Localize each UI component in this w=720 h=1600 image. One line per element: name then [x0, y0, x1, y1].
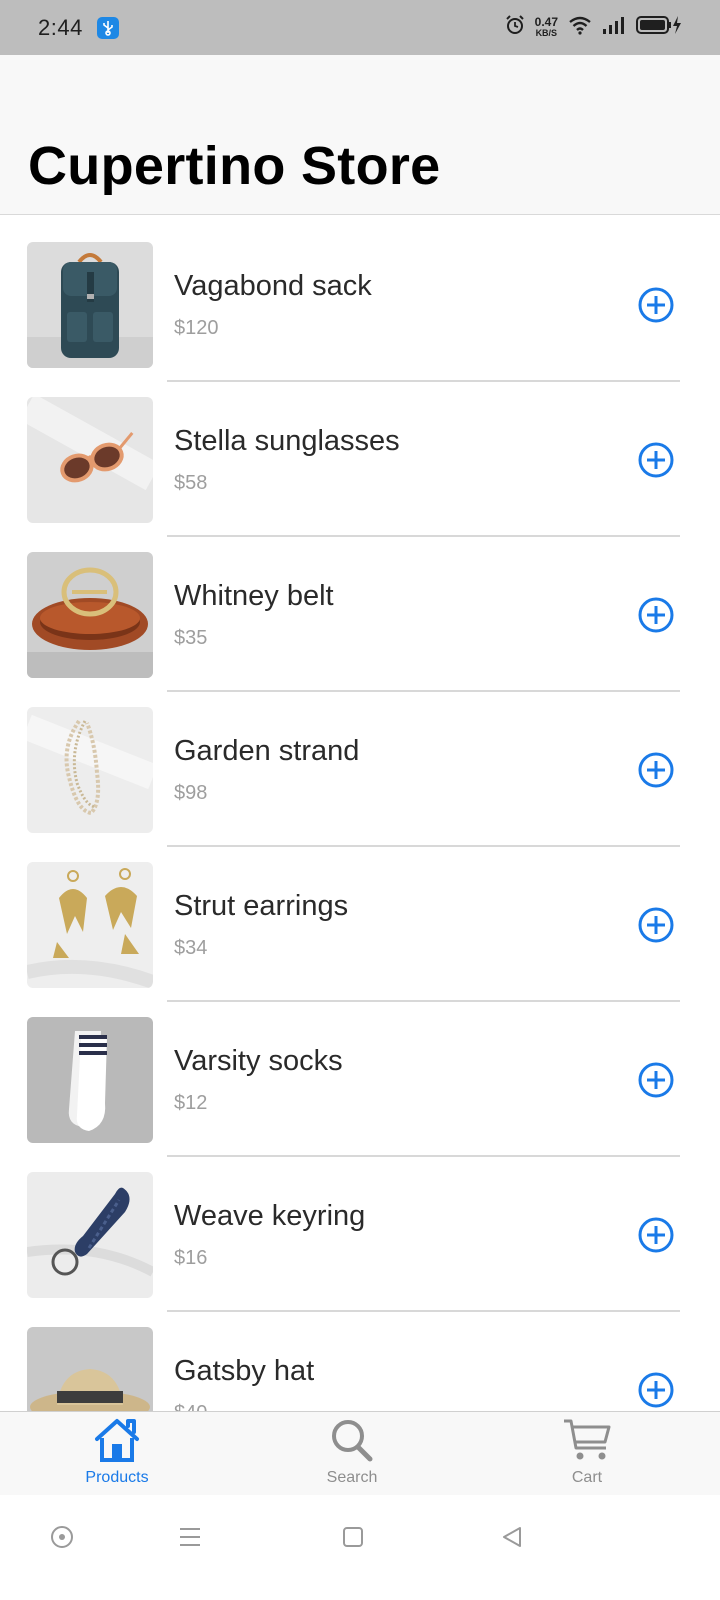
product-image-necklace	[27, 707, 153, 833]
product-row[interactable]: Stella sunglasses $58	[0, 371, 720, 537]
product-price: $12	[174, 1092, 208, 1114]
back-button[interactable]	[492, 1517, 532, 1557]
menu-button[interactable]	[170, 1517, 210, 1557]
tab-cart[interactable]: Cart	[507, 1412, 667, 1496]
status-time: 2:44	[38, 14, 83, 40]
add-to-cart-button[interactable]	[637, 441, 675, 479]
product-row[interactable]: Vagabond sack $120	[0, 216, 720, 382]
assistant-dot-icon	[51, 1526, 73, 1548]
product-row[interactable]: Strut earrings $34	[0, 836, 720, 1002]
status-bar: 2:44 0.47 KB/S	[0, 0, 720, 55]
product-image-socks	[27, 1017, 153, 1143]
home-button[interactable]	[333, 1517, 373, 1557]
home-icon	[92, 1418, 142, 1467]
product-image-backpack	[27, 242, 153, 368]
tab-label-cart: Cart	[571, 1469, 603, 1486]
page-title: Cupertino Store	[28, 136, 441, 196]
add-circle-icon	[638, 1372, 674, 1408]
product-price: $120	[174, 317, 219, 339]
net-speed-unit: KB/S	[535, 27, 558, 38]
alarm-icon	[505, 15, 525, 40]
product-price: $16	[174, 1247, 208, 1269]
add-to-cart-button[interactable]	[637, 1371, 675, 1409]
product-row[interactable]: Whitney belt $35	[0, 526, 720, 692]
product-name: Stella sunglasses	[174, 425, 400, 457]
product-name: Varsity socks	[174, 1045, 343, 1077]
search-icon	[329, 1418, 375, 1467]
product-image-belt	[27, 552, 153, 678]
product-name: Gatsby hat	[174, 1355, 315, 1387]
navigation-header: Cupertino Store	[0, 55, 720, 215]
net-speed-value: 0.47	[534, 14, 558, 29]
product-name: Whitney belt	[174, 580, 334, 612]
cart-icon	[562, 1418, 612, 1467]
product-name: Garden strand	[174, 735, 360, 767]
wifi-icon	[568, 15, 592, 40]
usb-icon	[96, 16, 119, 39]
system-navigation-bar	[0, 1495, 720, 1600]
add-circle-icon	[638, 752, 674, 788]
add-to-cart-button[interactable]	[637, 1216, 675, 1254]
product-image-hat	[27, 1327, 153, 1412]
product-name: Vagabond sack	[174, 270, 372, 302]
tab-bar: Products Search Cart	[0, 1411, 720, 1495]
home-square-icon	[343, 1527, 363, 1547]
product-price: $58	[174, 472, 208, 494]
add-circle-icon	[638, 287, 674, 323]
product-row[interactable]: Weave keyring $16	[0, 1146, 720, 1312]
add-circle-icon	[638, 1062, 674, 1098]
add-circle-icon	[638, 597, 674, 633]
add-circle-icon	[638, 442, 674, 478]
tab-label-search: Search	[326, 1469, 378, 1486]
add-to-cart-button[interactable]	[637, 1061, 675, 1099]
product-name: Weave keyring	[174, 1200, 366, 1232]
back-triangle-icon	[503, 1527, 521, 1547]
signal-icon	[602, 16, 626, 39]
add-circle-icon	[638, 907, 674, 943]
product-name: Strut earrings	[174, 890, 349, 922]
tab-search[interactable]: Search	[272, 1412, 432, 1496]
tab-label-products: Products	[85, 1469, 149, 1486]
assistant-button[interactable]	[42, 1517, 82, 1557]
product-row[interactable]: Gatsby hat $40	[0, 1301, 720, 1412]
tab-products[interactable]: Products	[37, 1412, 197, 1496]
product-row[interactable]: Garden strand $98	[0, 681, 720, 847]
add-to-cart-button[interactable]	[637, 596, 675, 634]
product-list[interactable]: Vagabond sack $120 Stella sunglasses $58	[0, 216, 720, 1412]
product-price: $34	[174, 937, 208, 959]
product-price: $35	[174, 627, 208, 649]
battery-charging-icon	[636, 15, 682, 40]
add-circle-icon	[638, 1217, 674, 1253]
add-to-cart-button[interactable]	[637, 751, 675, 789]
status-icons: 0.47 KB/S	[505, 15, 682, 40]
product-row[interactable]: Varsity socks $12	[0, 991, 720, 1157]
product-image-keyring	[27, 1172, 153, 1298]
product-image-earrings	[27, 862, 153, 988]
add-to-cart-button[interactable]	[637, 286, 675, 324]
menu-lines-icon	[180, 1528, 200, 1546]
add-to-cart-button[interactable]	[637, 906, 675, 944]
product-price: $98	[174, 782, 208, 804]
net-speed: 0.47 KB/S	[534, 14, 558, 39]
product-image-sunglasses	[27, 397, 153, 523]
